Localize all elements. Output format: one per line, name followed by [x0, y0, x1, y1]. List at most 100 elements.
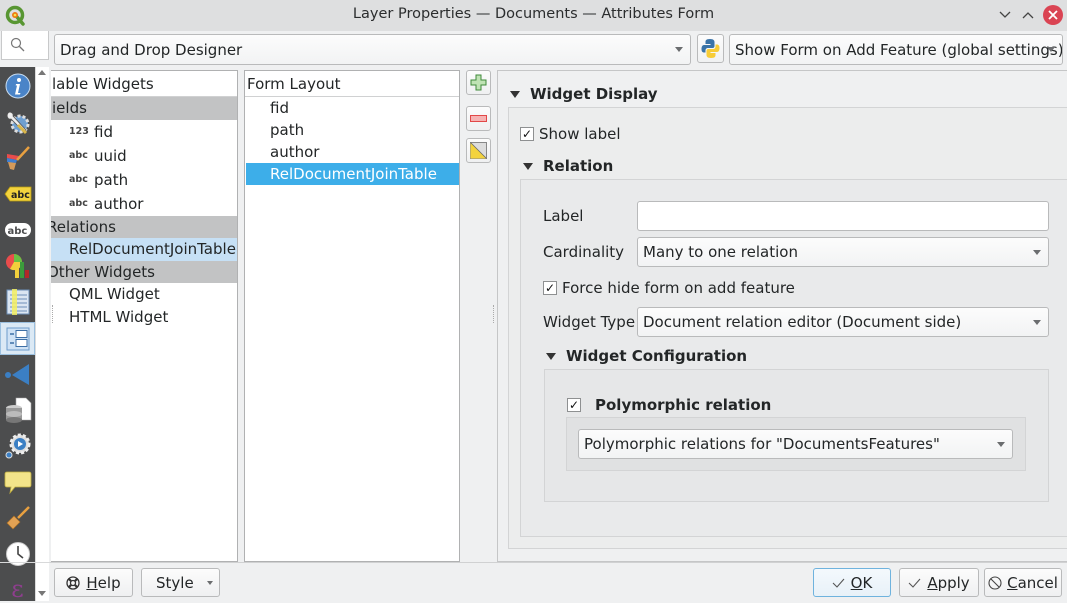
suppress-form-combo[interactable]: Show Form on Add Feature (global setting… — [729, 34, 1063, 65]
edit-container-button[interactable] — [466, 138, 491, 163]
designer-mode-combo[interactable]: Drag and Drop Designer — [54, 34, 691, 65]
tree-group-relations[interactable]: Relations — [51, 215, 237, 238]
symbology-brush-icon — [6, 145, 30, 170]
remove-icon — [470, 114, 487, 122]
sidebar-item-labels[interactable]: abc — [3, 179, 32, 208]
sidebar-scrollbar[interactable] — [35, 67, 49, 601]
field-name: fid — [94, 122, 113, 141]
remove-item-button[interactable] — [466, 106, 491, 131]
tree-item-field[interactable]: abc author — [51, 192, 237, 216]
sidebar-item-variables[interactable]: ε — [3, 574, 32, 603]
show-label-checkbox[interactable]: ✓ Show label — [520, 125, 621, 143]
cancel-button[interactable]: Cancel — [984, 568, 1062, 597]
search-input[interactable] — [1, 31, 49, 60]
minimize-button[interactable] — [996, 6, 1014, 24]
chevron-up-icon — [1022, 12, 1034, 19]
splitter-handle[interactable] — [52, 305, 53, 323]
sidebar-item-actions[interactable] — [3, 431, 32, 460]
apply-label: pply — [937, 573, 970, 592]
checkbox-checked-icon: ✓ — [543, 281, 557, 295]
tree-group-other-widgets[interactable]: Other Widgets — [51, 260, 237, 283]
tree-item-field[interactable]: abc path — [51, 168, 237, 192]
add-container-button[interactable] — [466, 70, 491, 95]
polymorphic-checkbox[interactable]: ✓ Polymorphic relation — [567, 396, 771, 414]
show-label-text: Show label — [539, 125, 621, 143]
maximize-button[interactable] — [1019, 6, 1037, 24]
text-type-icon: abc — [69, 198, 88, 209]
widget-display-header[interactable]: Widget Display — [510, 85, 658, 103]
sidebar-item-rendering[interactable] — [3, 503, 32, 532]
cardinality-combo[interactable]: Many to one relation — [637, 237, 1049, 267]
field-name: path — [94, 170, 129, 189]
checkbox-checked-icon: ✓ — [567, 398, 581, 412]
widget-configuration-header[interactable]: Widget Configuration — [546, 347, 747, 365]
form-layout-tree[interactable]: Form Layout fid path author RelDocumentJ… — [244, 70, 460, 562]
text-type-icon: abc — [69, 150, 88, 161]
layout-item[interactable]: fid — [245, 97, 459, 119]
group-label: Other Widgets — [51, 262, 155, 281]
cancel-label: ancel — [1017, 573, 1058, 592]
sidebar: abc abc ε — [0, 67, 35, 601]
layout-item[interactable]: path — [245, 119, 459, 141]
cardinality-label: Cardinality — [543, 243, 625, 261]
svg-text:abc: abc — [7, 226, 27, 237]
python-init-button[interactable] — [697, 34, 724, 63]
sidebar-item-attributes-form[interactable] — [0, 322, 35, 355]
tree-item-field[interactable]: 123 fid — [51, 120, 237, 144]
sidebar-item-fields[interactable] — [3, 287, 32, 316]
style-button[interactable]: Style — [141, 568, 220, 597]
polymorphic-relation-combo[interactable]: Polymorphic relations for "DocumentsFeat… — [578, 429, 1013, 459]
svg-text:abc: abc — [11, 190, 30, 201]
tree-item-qml-widget[interactable]: QML Widget — [51, 283, 237, 306]
group-label: Relations — [51, 217, 116, 236]
sidebar-item-masks[interactable]: abc — [3, 215, 32, 244]
sidebar-item-source[interactable] — [3, 107, 32, 136]
apply-mnemonic: A — [927, 573, 938, 592]
sidebar-item-temporal[interactable] — [3, 539, 32, 568]
collapse-arrow-icon — [546, 352, 556, 360]
scroll-down-arrow-icon[interactable] — [38, 591, 46, 596]
polymorphic-text: Polymorphic relation — [595, 396, 772, 414]
widget-type-label: Widget Type — [543, 313, 636, 331]
info-icon — [5, 73, 30, 98]
scroll-up-arrow-icon[interactable] — [38, 70, 46, 75]
layout-item-selected[interactable]: RelDocumentJoinTable — [246, 163, 459, 185]
collapse-arrow-icon — [510, 90, 520, 98]
sidebar-item-joins[interactable] — [3, 359, 32, 388]
suppress-form-value: Show Form on Add Feature (global setting… — [735, 40, 1063, 59]
widget-type-combo[interactable]: Document relation editor (Document side) — [637, 307, 1049, 337]
help-lifebuoy-icon — [66, 575, 81, 590]
ok-button[interactable]: OK — [813, 568, 891, 597]
widget-display-title: Widget Display — [530, 85, 658, 103]
form-layout-header: Form Layout — [245, 71, 459, 97]
sidebar-item-diagrams[interactable] — [3, 251, 32, 280]
available-widgets-tree[interactable]: lable Widgets ields 123 fid abc uuid abc… — [51, 70, 238, 562]
splitter-handle[interactable] — [493, 305, 495, 323]
sidebar-item-information[interactable] — [3, 71, 32, 100]
joins-icon — [4, 363, 29, 385]
force-hide-checkbox[interactable]: ✓ Force hide form on add feature — [543, 279, 795, 297]
tree-item-field[interactable]: abc uuid — [51, 144, 237, 168]
sidebar-item-symbology[interactable] — [3, 143, 32, 172]
tree-group-fields[interactable]: ields — [51, 97, 237, 120]
rendering-brush-icon — [6, 505, 30, 529]
display-tooltip-icon — [4, 471, 31, 494]
label-input[interactable] — [637, 201, 1049, 231]
group-label: ields — [52, 99, 87, 118]
chevron-down-icon — [1047, 47, 1055, 52]
tree-item-html-widget[interactable]: HTML Widget — [51, 306, 237, 329]
cardinality-value: Many to one relation — [643, 243, 798, 261]
help-button[interactable]: Help — [54, 568, 133, 597]
collapse-arrow-icon — [523, 162, 533, 170]
apply-button[interactable]: Apply — [899, 568, 979, 597]
close-button[interactable] — [1043, 5, 1063, 25]
sidebar-item-auxiliary-storage[interactable] — [3, 395, 32, 424]
masks-abc-icon: abc — [4, 222, 31, 237]
relation-header[interactable]: Relation — [523, 157, 613, 175]
auxiliary-storage-icon — [5, 397, 31, 423]
search-icon — [10, 37, 25, 52]
layout-item[interactable]: author — [245, 141, 459, 163]
tree-item-relation[interactable]: RelDocumentJoinTable — [51, 238, 237, 261]
variables-epsilon-icon: ε — [11, 574, 24, 603]
sidebar-item-display[interactable] — [3, 467, 32, 496]
